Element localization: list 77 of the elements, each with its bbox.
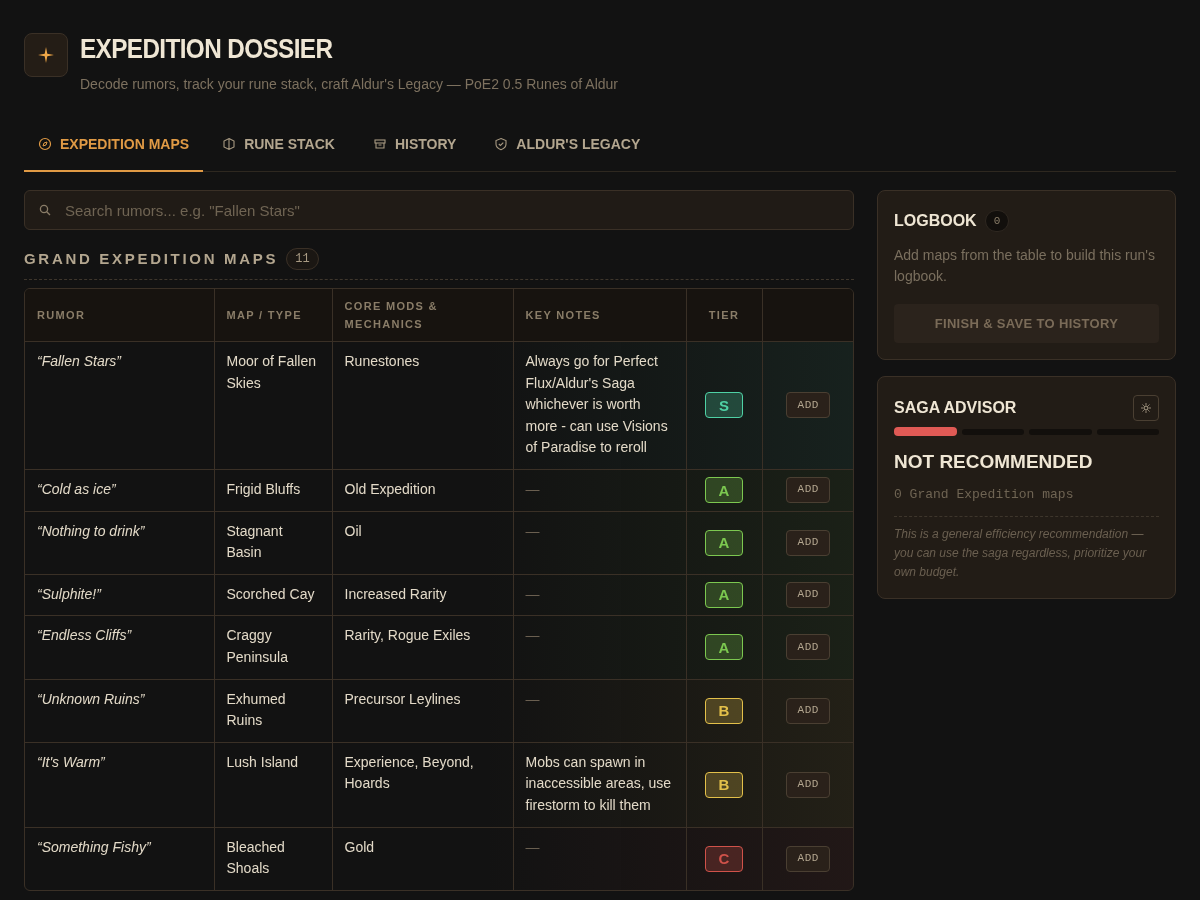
add-button[interactable]: ADD [786,392,831,419]
panel-title: SAGA ADVISOR [894,398,1017,418]
notes-text: — [525,627,540,644]
tier-badge: S [705,392,743,419]
gear-icon [1141,403,1151,413]
map-name: Craggy Peninsula [226,627,288,665]
rumor-text: “Sulphite!” [37,585,101,602]
count-badge: 0 [984,209,1010,233]
tab[interactable]: HISTORY [353,118,476,172]
map-name: Frigid Bluffs [226,480,301,497]
mods-text: Runestones [344,353,420,369]
rumor-text: “Fallen Stars” [37,353,122,369]
advisor-note: This is a general efficiency recommendation — you can use the saga regardless, prioritize your own budget. [894,526,1148,581]
compass-icon [38,137,52,151]
verdict-text: NOT RECOMMENDED [894,450,1094,474]
star-logo-icon [24,33,68,77]
mods-text: Experience, Beyond, Hoards [344,753,474,792]
map-name: Moor of Fallen Skies [226,353,316,391]
add-button[interactable]: ADD [786,845,831,872]
tier-badge: B [705,697,743,724]
tier-badge: A [705,582,743,609]
map-name: Scorched Cay [226,585,315,602]
tab[interactable]: RUNE STACK [203,118,354,172]
add-button[interactable]: ADD [786,771,831,798]
column-header: TIER [708,308,740,321]
column-header: KEY NOTES [525,308,601,321]
mods-text: Increased Rarity [344,585,447,602]
notes-text: — [525,690,540,707]
mods-text: Rarity, Rogue Exiles [344,627,471,644]
settings-button[interactable] [1133,395,1159,421]
rumor-text: “Endless Cliffs” [37,627,132,644]
notes-text: — [525,585,540,602]
rumor-text: “Something Fishy” [37,838,151,855]
map-name: Bleached Shoals [226,838,285,877]
notes-text: — [525,838,540,855]
map-count-text: 0 Grand Expedition maps [894,485,1075,504]
rumor-text: “Cold as ice” [37,480,116,497]
notes-text: — [525,480,540,497]
shield-check-icon [494,137,509,151]
notes-text: Always go for Perfect Flux/Aldur's Saga whichever is worth more - can use Visions of Paradise to reroll [525,353,668,456]
section-title: GRAND EXPEDITION MAPS [24,249,279,269]
mods-text: Oil [344,522,362,539]
add-button[interactable]: ADD [786,697,831,724]
search-icon [39,204,51,216]
search-field[interactable]: Search rumors... e.g. "Fallen Stars" [24,190,854,230]
add-button[interactable]: ADD [786,634,831,661]
tier-badge: B [705,771,743,798]
tier-badge: A [705,477,743,504]
add-button[interactable]: ADD [786,529,831,556]
add-button[interactable]: ADD [786,477,831,504]
app-title: EXPEDITION DOSSIER [80,33,334,66]
mods-text: Gold [344,838,375,855]
mods-text: Old Expedition [344,480,436,497]
notes-text: — [525,522,540,539]
column-header: RUMOR [37,308,86,321]
tab[interactable]: ALDUR'S LEGACY [475,118,660,172]
add-button[interactable]: ADD [786,582,831,609]
mods-text: Precursor Leylines [344,690,461,707]
hexagon-icon [222,137,237,151]
rumor-text: “It's Warm” [37,753,105,770]
column-header: CORE MODS & MECHANICS [344,299,438,330]
app-subtitle: Decode rumors, track your rune stack, craft Aldur's Legacy — PoE2 0.5 Runes of Aldur [80,75,619,94]
archive-box-icon [372,137,387,151]
tab[interactable]: EXPEDITION MAPS [24,118,204,172]
rumor-text: “Nothing to drink” [37,522,145,539]
map-name: Stagnant Basin [226,522,283,561]
logbook-hint: Add maps from the table to build this run's logbook. [894,246,1157,286]
count-badge: 11 [286,248,319,271]
map-name: Exhumed Ruins [226,690,286,729]
tier-badge: C [705,845,743,872]
tier-badge: A [705,529,743,556]
column-header: MAP / TYPE [226,308,302,321]
tier-badge: A [705,634,743,661]
panel-title: LOGBOOK [894,211,977,231]
notes-text: Mobs can spawn in inaccessible areas, use firestorm to kill them [525,753,672,813]
rumor-text: “Unknown Ruins” [37,690,145,707]
map-name: Lush Island [226,753,299,770]
